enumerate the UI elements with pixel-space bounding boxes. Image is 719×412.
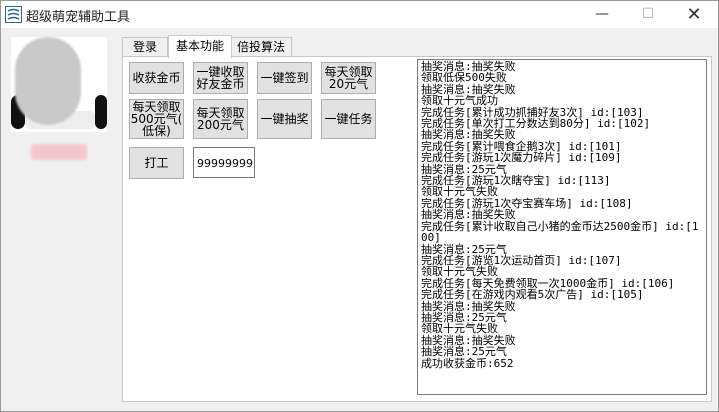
log-line: 完成任务[游玩1次魔力碎片] id:[109] xyxy=(421,151,622,165)
checkin-button[interactable]: 一键签到 xyxy=(257,62,312,94)
maximize-button[interactable]: ☐ xyxy=(625,1,671,28)
log-line: 完成任务[累计收取自己小猪的金币达2500金币] id:[100] xyxy=(421,219,699,245)
harvest-coins-button[interactable]: 收获金币 xyxy=(129,62,184,94)
close-button[interactable]: ✕ xyxy=(671,1,717,28)
log-line: 抽奖消息:25元气 xyxy=(421,345,507,359)
avatar xyxy=(11,37,107,132)
tab-multiplier-algorithm[interactable]: 倍投算法 xyxy=(230,37,292,57)
lottery-button[interactable]: 一键抽奖 xyxy=(257,99,312,139)
log-line: 完成任务[在游戏内观看5次广告] id:[105] xyxy=(421,288,644,302)
coin-amount-input[interactable]: 99999999 xyxy=(193,147,255,178)
log-line: 成功收获金币:652 xyxy=(421,356,514,370)
collect-friend-coins-button[interactable]: 一键收取 好友金币 xyxy=(193,62,248,94)
daily-20-button[interactable]: 每天领取 20元气 xyxy=(321,62,376,94)
minimize-button[interactable]: — xyxy=(579,1,625,28)
tab-basic-functions[interactable]: 基本功能 xyxy=(168,35,232,58)
daily-500-button[interactable]: 每天领取 500元气( 低保) xyxy=(129,99,184,139)
log-textbox[interactable]: 抽奖消息:抽奖失败 领取低保500失败 抽奖消息:抽奖失败 领取十元气成功 完成任务[累… xyxy=(417,59,707,395)
daily-200-button[interactable]: 每天领取 200元气 xyxy=(193,99,248,139)
log-line: 抽奖消息:抽奖失败 xyxy=(421,208,516,222)
nickname-redacted xyxy=(31,144,87,160)
window-title: 超级萌宠辅助工具 xyxy=(26,10,131,25)
log-line: 领取十元气失败 xyxy=(421,265,498,279)
tasks-button[interactable]: 一键任务 xyxy=(321,99,376,139)
app-icon xyxy=(5,6,22,23)
app-window: 超级萌宠辅助工具 — ☐ ✕ 登录 基本功能 倍投算法 收获金币 一键收取 好友… xyxy=(0,0,719,412)
title-bar[interactable]: 超级萌宠辅助工具 — ☐ ✕ xyxy=(1,1,718,28)
log-line: 领取十元气成功 xyxy=(421,94,498,108)
tab-login[interactable]: 登录 xyxy=(122,37,168,57)
work-button[interactable]: 打工 xyxy=(129,147,184,179)
